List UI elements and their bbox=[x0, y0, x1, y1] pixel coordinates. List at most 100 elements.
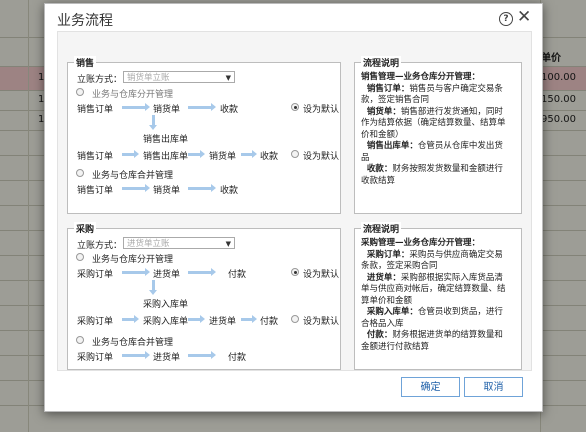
description-line: 收款结算 bbox=[361, 176, 519, 188]
purchase-default-radio-2[interactable] bbox=[291, 315, 299, 323]
sales-combined-radio[interactable] bbox=[76, 169, 84, 177]
description-detail: 款，签定销售合同 bbox=[361, 95, 430, 105]
sales-default-radio-1[interactable] bbox=[291, 103, 299, 111]
description-term: 采购管理—业务仓库分开管理： bbox=[361, 238, 481, 248]
flow-node: 销售出库单 bbox=[143, 135, 189, 145]
description-line: 进货单：采购部根据实际入库货品清 bbox=[361, 273, 519, 285]
description-line: 金额进行付款结算 bbox=[361, 342, 519, 354]
description-detail: 合格品入库 bbox=[361, 318, 404, 329]
sales-description-panel: 流程说明 销售管理—业务仓库分开管理： 销售订单：销售员与客户确定交易条 款，签定… bbox=[354, 56, 522, 214]
set-default-label: 设为默认 bbox=[303, 105, 340, 115]
description-detail: 作为结算依据（确定结算数量、结算单 bbox=[361, 118, 506, 128]
description-line: 算单价和金额 bbox=[361, 296, 519, 308]
flow-node: 采购入库单 bbox=[143, 317, 189, 327]
arrow-right-icon bbox=[188, 315, 205, 324]
flow-node: 进货单 bbox=[153, 353, 181, 363]
description-line: 价和金额） bbox=[361, 130, 519, 142]
set-default-label: 设为默认 bbox=[303, 317, 340, 327]
purchase-combined-radio[interactable] bbox=[76, 336, 84, 344]
arrow-right-icon bbox=[122, 150, 139, 159]
purchase-separate-label: 业务与仓库分开管理 bbox=[92, 255, 174, 265]
description-term: 销货单： bbox=[361, 106, 401, 117]
description-line: 单与供应商对帐后，确定结算数量、结 bbox=[361, 284, 519, 296]
business-process-dialog: 业务流程 ? ✕ 销售 立账方式： 销货单立账 ▼ 业务与仓库分开管理 销售订单… bbox=[44, 3, 543, 412]
arrow-right-icon bbox=[122, 268, 150, 277]
flow-node: 销售订单 bbox=[77, 105, 114, 115]
flow-node: 销售出库单 bbox=[143, 152, 189, 162]
description-detail: 价和金额） bbox=[361, 129, 404, 140]
description-detail: 算单价和金额 bbox=[361, 295, 413, 306]
flow-node: 付款 bbox=[260, 317, 279, 327]
flow-node: 采购订单 bbox=[77, 317, 114, 327]
flow-node: 付款 bbox=[228, 353, 247, 363]
description-line: 合格品入库 bbox=[361, 319, 519, 331]
arrow-down-icon bbox=[149, 280, 158, 295]
flow-node: 收款 bbox=[220, 105, 239, 115]
description-detail: 品 bbox=[361, 152, 370, 163]
description-line: 付款：财务根据进货单的结算数量和 bbox=[361, 330, 519, 342]
description-detail: 财务按照发货数量和金额进行 bbox=[392, 164, 503, 174]
arrow-right-icon bbox=[188, 268, 216, 277]
flow-node: 收款 bbox=[260, 152, 279, 162]
select-value: 销货单立账 bbox=[127, 73, 170, 83]
sales-separate-label: 业务与仓库分开管理 bbox=[92, 90, 174, 100]
arrow-right-icon bbox=[122, 184, 150, 193]
description-term: 销售出库单： bbox=[361, 141, 418, 151]
purchase-description-text: 采购管理—业务仓库分开管理： 采购订单：采购员与供应商确定交易 条款，签定采购合同… bbox=[361, 238, 519, 353]
description-line: 销货单：销售部进行发货通知，同时 bbox=[361, 107, 519, 119]
purchase-account-select[interactable]: 进货单立账 ▼ bbox=[123, 237, 235, 249]
description-line: 销售出库单：仓管员从仓库中发出货 bbox=[361, 141, 519, 153]
description-detail: 销售部进行发货通知，同时 bbox=[400, 106, 503, 117]
description-term: 付款： bbox=[361, 330, 393, 340]
sales-description-text: 销售管理—业务仓库分开管理： 销售订单：销售员与客户确定交易条 款，签定销售合同 … bbox=[361, 72, 519, 187]
close-icon[interactable]: ✕ bbox=[517, 7, 531, 27]
account-method-label: 立账方式： bbox=[77, 75, 123, 85]
sales-account-select[interactable]: 销货单立账 ▼ bbox=[123, 71, 235, 83]
arrow-down-icon bbox=[149, 115, 158, 130]
flow-node: 销售订单 bbox=[77, 186, 114, 196]
chevron-down-icon: ▼ bbox=[225, 74, 231, 82]
arrow-right-icon bbox=[188, 351, 216, 360]
arrow-right-icon bbox=[241, 150, 257, 159]
purchase-default-radio-1[interactable] bbox=[291, 268, 299, 276]
description-line: 作为结算依据（确定结算数量、结算单 bbox=[361, 118, 519, 130]
description-title: 流程说明 bbox=[361, 222, 402, 235]
sales-separate-radio[interactable] bbox=[76, 88, 84, 96]
sales-default-radio-2[interactable] bbox=[291, 150, 299, 158]
description-term: 收款： bbox=[361, 164, 393, 174]
description-detail: 仓管员收到货品，进行 bbox=[417, 307, 503, 317]
description-detail: 销售员与客户确定交易条 bbox=[409, 83, 503, 94]
select-value: 进货单立账 bbox=[127, 239, 170, 249]
set-default-label: 设为默认 bbox=[303, 270, 340, 280]
description-line: 收款：财务按照发货数量和金额进行 bbox=[361, 164, 519, 176]
dialog-title: 业务流程 bbox=[57, 13, 113, 29]
dialog-content: 销售 立账方式： 销货单立账 ▼ 业务与仓库分开管理 销售订单 销货单 收款 设… bbox=[57, 31, 532, 371]
arrow-right-icon bbox=[188, 184, 216, 193]
purchase-combined-label: 业务与仓库合并管理 bbox=[92, 338, 174, 348]
description-detail: 金额进行付款结算 bbox=[361, 341, 430, 352]
flow-node: 采购入库单 bbox=[143, 300, 189, 310]
set-default-label: 设为默认 bbox=[303, 152, 340, 162]
description-line: 采购入库单：仓管员收到货品，进行 bbox=[361, 307, 519, 319]
flow-node: 销货单 bbox=[209, 152, 237, 162]
purchase-panel-title: 采购 bbox=[74, 222, 97, 235]
help-icon[interactable]: ? bbox=[499, 12, 513, 26]
description-title: 流程说明 bbox=[361, 56, 402, 69]
arrow-right-icon bbox=[122, 315, 139, 324]
purchase-description-panel: 流程说明 采购管理—业务仓库分开管理： 采购订单：采购员与供应商确定交易 条款，签… bbox=[354, 222, 522, 370]
chevron-down-icon: ▼ bbox=[225, 240, 231, 248]
purchase-panel: 采购 立账方式： 进货单立账 ▼ 业务与仓库分开管理 采购订单 进货单 付款 设… bbox=[67, 222, 341, 370]
description-detail: 采购员与供应商确定交易 bbox=[409, 249, 503, 260]
arrow-right-icon bbox=[188, 103, 216, 112]
description-line: 销售管理—业务仓库分开管理： bbox=[361, 72, 519, 84]
flow-node: 采购订单 bbox=[77, 270, 114, 280]
flow-node: 付款 bbox=[228, 270, 247, 280]
purchase-separate-radio[interactable] bbox=[76, 253, 84, 261]
description-detail: 单与供应商对帐后，确定结算数量、结 bbox=[361, 284, 506, 294]
flow-node: 销货单 bbox=[153, 105, 181, 115]
description-term: 销售订单： bbox=[361, 83, 410, 94]
description-line: 采购管理—业务仓库分开管理： bbox=[361, 238, 519, 250]
cancel-button[interactable]: 取消 bbox=[464, 377, 523, 397]
ok-button[interactable]: 确定 bbox=[401, 377, 460, 397]
description-term: 采购入库单： bbox=[361, 307, 418, 317]
